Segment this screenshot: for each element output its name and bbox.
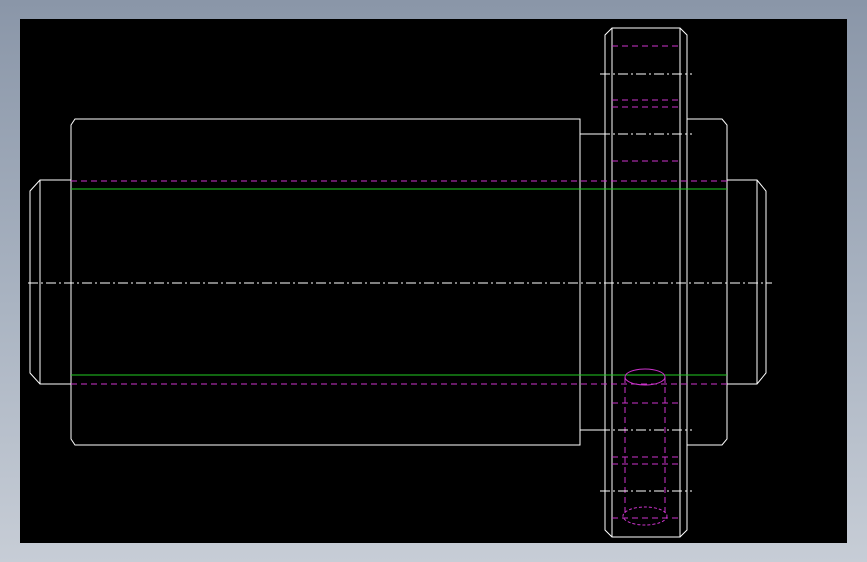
hub-body-outline <box>70 118 581 446</box>
cad-viewport[interactable] <box>20 19 847 543</box>
left-shaft-stub-outline <box>29 179 71 385</box>
pin-hole-top-ellipse <box>624 368 666 386</box>
pin-hole-bottom-ellipse <box>622 506 668 526</box>
right-shaft-stub-outline <box>727 179 767 385</box>
right-collar-outline <box>687 118 728 446</box>
technical-drawing <box>28 27 772 538</box>
